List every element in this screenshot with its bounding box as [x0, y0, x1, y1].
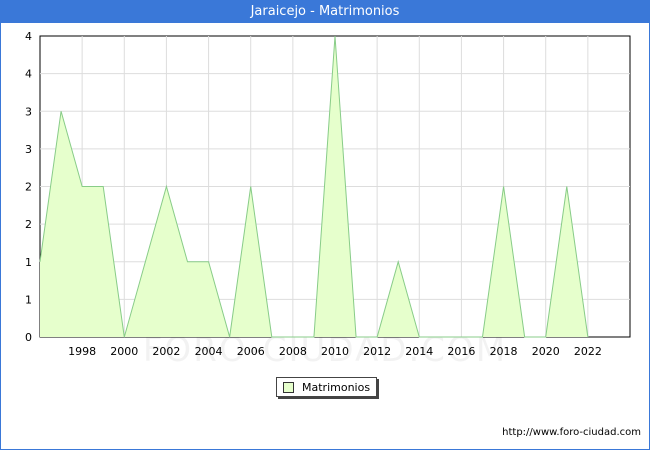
- x-tick-label: 2012: [363, 345, 391, 358]
- x-tick-label: 2010: [321, 345, 349, 358]
- x-tick-label: 2004: [195, 345, 223, 358]
- source-url: http://www.foro-ciudad.com: [502, 427, 641, 438]
- y-tick-label: 4: [25, 30, 32, 43]
- x-tick-label: 2006: [237, 345, 265, 358]
- y-tick-label: 2: [25, 181, 32, 194]
- x-tick-label: 2000: [110, 345, 138, 358]
- y-tick-label: 3: [25, 105, 32, 118]
- x-tick-label: 2016: [447, 345, 475, 358]
- legend: Matrimonios: [276, 377, 378, 397]
- x-tick-label: 1998: [68, 345, 96, 358]
- x-tick-label: 2022: [574, 345, 602, 358]
- x-tick-label: 2020: [532, 345, 560, 358]
- y-tick-label: 3: [25, 143, 32, 156]
- y-tick-label: 1: [25, 293, 32, 306]
- y-tick-label: 0: [25, 331, 32, 344]
- legend-label: Matrimonios: [302, 380, 371, 394]
- x-tick-label: 2002: [152, 345, 180, 358]
- y-tick-label: 2: [25, 218, 32, 231]
- x-tick-label: 2014: [405, 345, 433, 358]
- x-tick-label: 2018: [490, 345, 518, 358]
- x-tick-label: 2008: [279, 345, 307, 358]
- y-tick-label: 4: [25, 68, 32, 81]
- y-tick-label: 1: [25, 256, 32, 269]
- legend-swatch: [283, 381, 294, 393]
